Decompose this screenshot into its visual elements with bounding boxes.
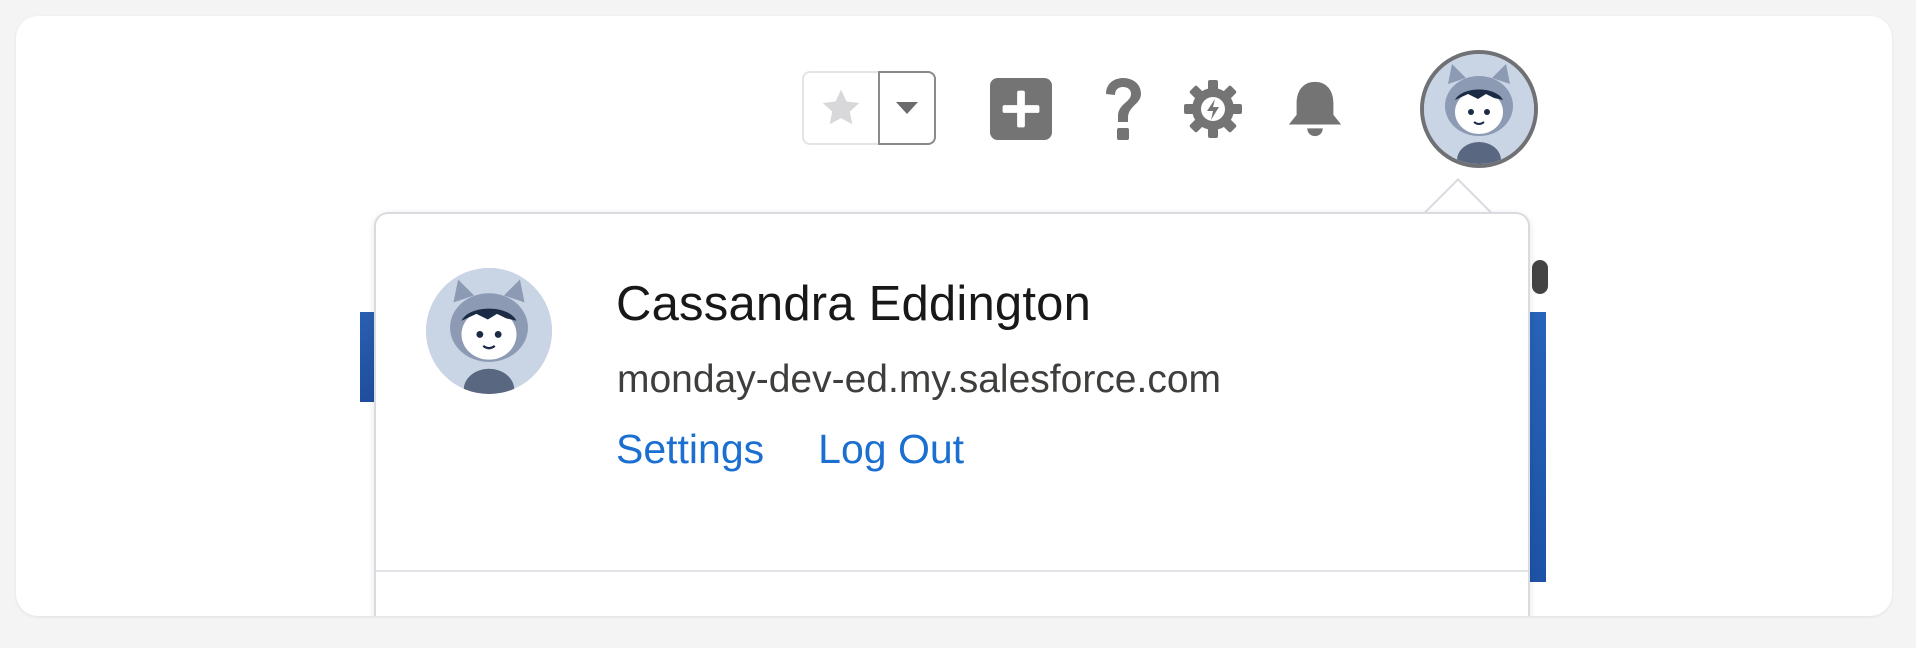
profile-avatar [426, 268, 552, 394]
notifications-button[interactable] [1284, 78, 1346, 140]
profile-links: Settings Log Out [616, 426, 964, 473]
help-icon [1106, 78, 1141, 140]
logout-link[interactable]: Log Out [818, 426, 964, 473]
help-button[interactable] [1092, 78, 1154, 140]
user-avatar-icon [426, 268, 552, 394]
org-domain: monday-dev-ed.my.salesforce.com [617, 358, 1222, 401]
user-avatar-icon [1424, 54, 1534, 164]
background-badge [1532, 260, 1548, 294]
settings-link[interactable]: Settings [616, 426, 764, 473]
global-actions-icon [990, 78, 1052, 140]
favorites-dropdown-button[interactable] [878, 71, 936, 145]
setup-gear-icon [1184, 80, 1242, 138]
favorites-button[interactable] [802, 71, 878, 145]
setup-button[interactable] [1182, 78, 1244, 140]
favorites-button-group [802, 71, 936, 145]
user-name: Cassandra Eddington [616, 277, 1092, 331]
page-card: Cassandra Eddington monday-dev-ed.my.sal… [16, 16, 1892, 616]
caret-down-icon [896, 102, 918, 114]
user-profile-popover: Cassandra Eddington monday-dev-ed.my.sal… [374, 212, 1530, 616]
notifications-icon [1288, 81, 1342, 137]
global-actions-button[interactable] [990, 78, 1052, 140]
user-avatar-button[interactable] [1420, 50, 1538, 168]
star-icon [822, 89, 860, 125]
popover-divider [376, 570, 1528, 572]
